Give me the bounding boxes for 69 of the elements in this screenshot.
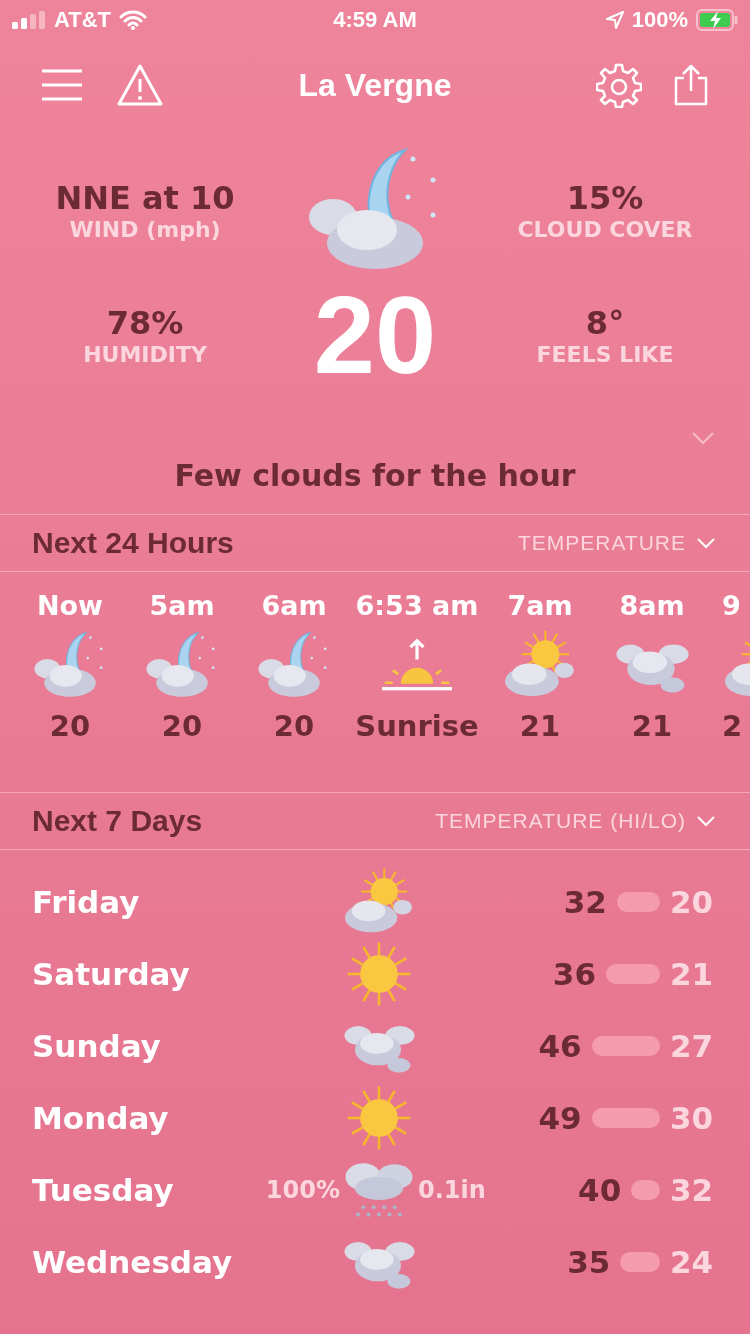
hour-temperature: Sunrise bbox=[355, 709, 479, 743]
hour-time: 9 bbox=[722, 590, 741, 621]
signal-icon bbox=[12, 11, 46, 29]
stat-label: FEELS LIKE bbox=[536, 341, 674, 367]
range-bar bbox=[616, 892, 660, 912]
hour-time: Now bbox=[36, 590, 104, 621]
range-bar bbox=[620, 1252, 660, 1272]
low-temperature: 30 bbox=[670, 1100, 715, 1136]
settings-icon[interactable] bbox=[596, 62, 642, 108]
hour-temperature: 21 bbox=[631, 709, 673, 743]
range-bar bbox=[591, 1036, 660, 1056]
expand-chevron-icon[interactable] bbox=[691, 431, 715, 445]
hour-temperature: 20 bbox=[49, 709, 91, 743]
hour-time: 5am bbox=[149, 590, 215, 621]
high-temperature: 35 bbox=[567, 1244, 611, 1280]
high-temperature: 32 bbox=[563, 884, 607, 920]
range-bar bbox=[606, 964, 660, 984]
high-temperature: 40 bbox=[578, 1172, 622, 1208]
range-bar bbox=[591, 1108, 660, 1128]
metric-dropdown[interactable]: TEMPERATURE (HI/LO) bbox=[435, 809, 716, 833]
day-name: Sunday bbox=[32, 1028, 162, 1064]
location-arrow-icon bbox=[605, 11, 624, 29]
battery-percent: 100% bbox=[631, 7, 688, 33]
metric-dropdown[interactable]: TEMPERATURE bbox=[517, 531, 716, 555]
share-icon[interactable] bbox=[672, 64, 710, 106]
low-temperature: 20 bbox=[670, 884, 715, 920]
day-name: Wednesday bbox=[32, 1244, 234, 1280]
forecast-summary: Few clouds for the hour bbox=[173, 458, 577, 495]
day-name: Saturday bbox=[32, 956, 191, 992]
low-temperature: 32 bbox=[670, 1172, 715, 1208]
low-temperature: 27 bbox=[670, 1028, 715, 1064]
stat-label: WIND (mph) bbox=[69, 216, 221, 242]
day-name: Tuesday bbox=[32, 1172, 175, 1208]
hour-temperature: 20 bbox=[161, 709, 203, 743]
stat-value: 78% bbox=[106, 303, 184, 342]
wifi-icon bbox=[119, 10, 148, 30]
menu-icon[interactable] bbox=[40, 68, 84, 102]
precip-chance: 100% bbox=[264, 1176, 340, 1204]
high-temperature: 36 bbox=[552, 956, 596, 992]
stat-value: NNE at 10 bbox=[55, 178, 235, 217]
hour-time: 8am bbox=[619, 590, 685, 621]
high-temperature: 49 bbox=[538, 1100, 582, 1136]
hour-temperature: 20 bbox=[273, 709, 315, 743]
hour-temperature: 21 bbox=[519, 709, 561, 743]
hour-time: 6:53 am bbox=[355, 590, 479, 621]
stat-label: CLOUD COVER bbox=[517, 216, 693, 242]
day-name: Friday bbox=[32, 884, 141, 920]
battery-charging-icon bbox=[696, 9, 738, 31]
status-time: 4:59 AM bbox=[333, 7, 417, 33]
day-name: Monday bbox=[32, 1100, 170, 1136]
section-title: Next 24 Hours bbox=[32, 526, 234, 560]
current-temperature: 20 bbox=[313, 280, 437, 390]
range-bar bbox=[631, 1180, 660, 1200]
hour-temperature: 2 bbox=[722, 709, 743, 743]
caret-icon bbox=[696, 537, 716, 549]
high-temperature: 46 bbox=[538, 1028, 582, 1064]
low-temperature: 24 bbox=[670, 1244, 715, 1280]
warning-icon[interactable] bbox=[116, 63, 164, 107]
carrier-name: AT&T bbox=[54, 7, 112, 33]
stat-label: HUMIDITY bbox=[83, 341, 207, 367]
location-title: La Vergne bbox=[298, 66, 452, 104]
low-temperature: 21 bbox=[670, 956, 715, 992]
stat-value: 8° bbox=[585, 303, 625, 342]
stat-value: 15% bbox=[566, 178, 644, 217]
section-title: Next 7 Days bbox=[32, 804, 203, 838]
hour-time: 7am bbox=[507, 590, 573, 621]
hour-time: 6am bbox=[261, 590, 327, 621]
caret-icon bbox=[696, 815, 716, 827]
precip-amount: 0.1in bbox=[418, 1176, 487, 1204]
